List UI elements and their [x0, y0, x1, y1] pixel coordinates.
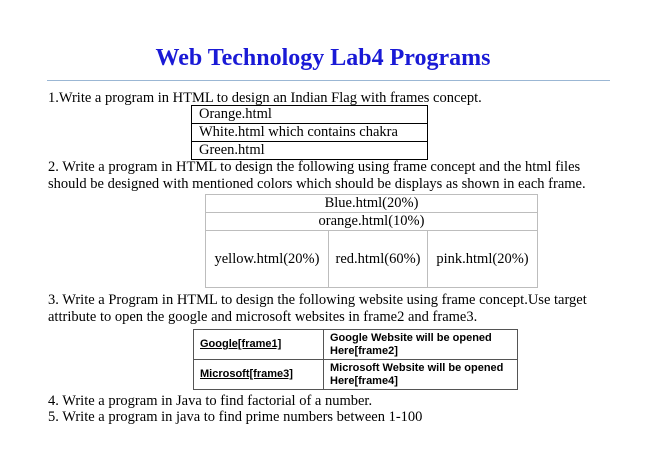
frame-cell-white: White.html which contains chakra [191, 123, 428, 142]
frame-cell-pink: pink.html(20%) [427, 230, 538, 288]
frame-cell-yellow: yellow.html(20%) [205, 230, 329, 288]
question-3-line-2: attribute to open the google and microso… [48, 309, 478, 325]
question-3-line-1: 3. Write a Program in HTML to design the… [48, 292, 587, 308]
page-title: Web Technology Lab4 Programs [155, 45, 491, 71]
frame-cell-orange: Orange.html [191, 105, 428, 124]
question-4: 4. Write a program in Java to find facto… [48, 393, 373, 409]
question-2-line-2: should be designed with mentioned colors… [48, 176, 586, 192]
question-2-line-1: 2. Write a program in HTML to design the… [48, 159, 581, 175]
frame-cell-green: Green.html [191, 141, 428, 160]
microsoft-target-frame: Microsoft Website will be opened Here[fr… [323, 359, 518, 390]
frame-cell-blue: Blue.html(20%) [205, 194, 538, 213]
google-target-frame: Google Website will be opened Here[frame… [323, 329, 518, 360]
flag-frames-table: Orange.html White.html which contains ch… [191, 105, 428, 160]
frame-cell-orange: orange.html(10%) [205, 212, 538, 231]
website-frames-table: Google[frame1] Google Website will be op… [193, 329, 518, 390]
color-frames-table: Blue.html(20%) orange.html(10%) yellow.h… [205, 194, 538, 288]
google-frame-link[interactable]: Google[frame1] [193, 329, 324, 360]
question-5: 5. Write a program in java to find prime… [48, 409, 423, 425]
title-divider [47, 80, 610, 81]
microsoft-frame-link[interactable]: Microsoft[frame3] [193, 359, 324, 390]
frame-cell-red: red.html(60%) [328, 230, 428, 288]
